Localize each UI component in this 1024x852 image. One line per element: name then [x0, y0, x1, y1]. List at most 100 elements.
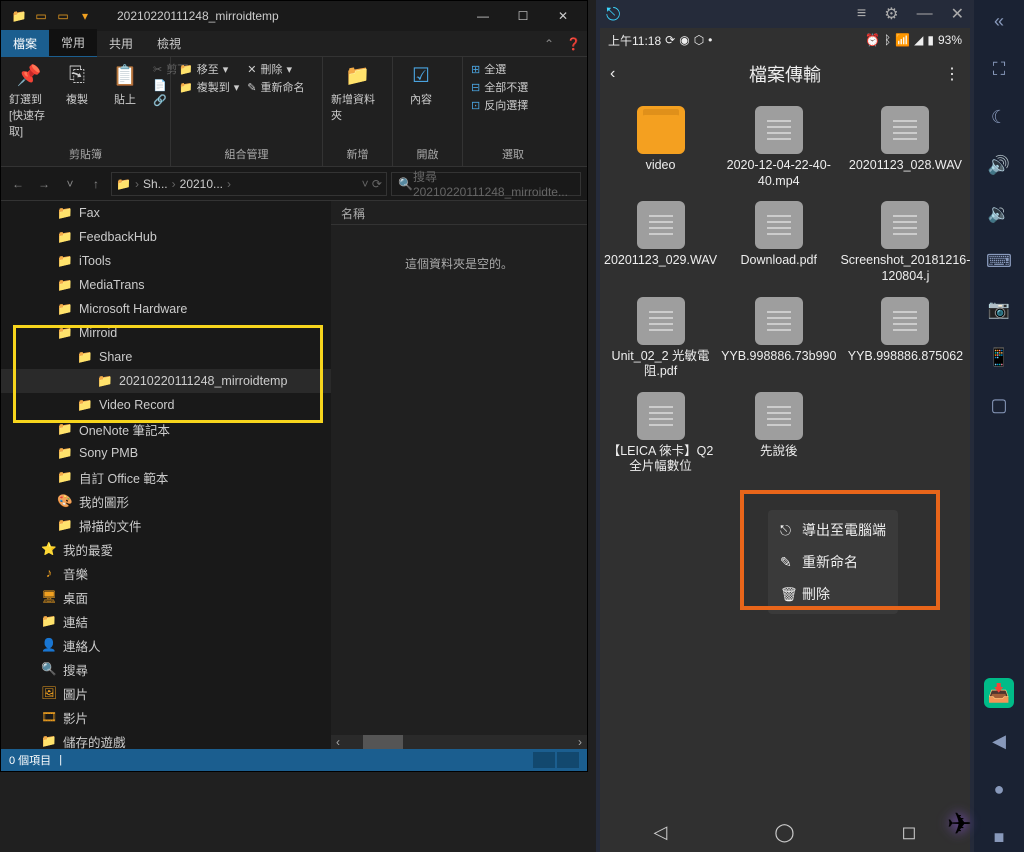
- android-home-button[interactable]: ◯: [774, 822, 794, 843]
- app-icon[interactable]: ▢: [984, 390, 1014, 420]
- tree-item[interactable]: 📁MediaTrans: [1, 273, 331, 297]
- minimize-button[interactable]: —: [463, 9, 503, 23]
- tree-item[interactable]: 📁儲存的遊戲: [1, 729, 331, 749]
- new-folder-button[interactable]: 📁新增資料夾: [331, 61, 384, 123]
- more-button[interactable]: ⋮: [936, 64, 960, 84]
- close-button[interactable]: ✕: [543, 9, 583, 23]
- file-explorer-window: 📁 ▭ ▭ ▾ 20210220111248_mirroidtemp — ☐ ✕…: [0, 0, 588, 772]
- icons-view-button[interactable]: [557, 752, 579, 768]
- tree-item[interactable]: 👤連絡人: [1, 633, 331, 657]
- rename-button[interactable]: ✎ 重新命名: [247, 79, 304, 95]
- tree-item[interactable]: 🖥桌面: [1, 585, 331, 609]
- tree-item[interactable]: 📁Share: [1, 345, 331, 369]
- tree-item[interactable]: 📁自訂 Office 範本: [1, 465, 331, 489]
- qat-dropdown-icon[interactable]: ▾: [77, 8, 93, 24]
- file-list[interactable]: 名稱 這個資料夾是空的。 ‹›: [331, 201, 587, 749]
- details-view-button[interactable]: [533, 752, 555, 768]
- delete-button[interactable]: ✕ 刪除 ▾: [247, 61, 304, 77]
- search-input[interactable]: 🔍 搜尋 20210220111248_mirroidte...: [391, 172, 581, 196]
- view-tab[interactable]: 檢視: [145, 30, 193, 57]
- share-tab[interactable]: 共用: [97, 30, 145, 57]
- mirroid-titlebar[interactable]: ⎋ ≡ ⚙ — ✕: [596, 0, 974, 28]
- paste-button[interactable]: 📋貼上: [105, 61, 145, 139]
- file-tab[interactable]: 檔案: [1, 30, 49, 57]
- phone-icon[interactable]: 📱: [984, 342, 1014, 372]
- properties-button[interactable]: ☑內容: [401, 61, 441, 107]
- file-item[interactable]: 【LEICA 徠卡】Q2 全片幅數位: [602, 388, 719, 479]
- rail-back-button[interactable]: ◀: [984, 726, 1014, 756]
- select-all-button[interactable]: ⊞ 全選: [471, 61, 555, 77]
- qat-icon[interactable]: ▭: [55, 8, 71, 24]
- collapse-rail-button[interactable]: «: [984, 6, 1014, 36]
- column-header-name[interactable]: 名稱: [331, 201, 587, 225]
- tree-item[interactable]: 📁Microsoft Hardware: [1, 297, 331, 321]
- file-transfer-icon[interactable]: 📥: [984, 678, 1014, 708]
- volume-up-icon[interactable]: 🔊: [984, 150, 1014, 180]
- tree-item[interactable]: 📁Video Record: [1, 393, 331, 417]
- tree-item[interactable]: 📁OneNote 筆記本: [1, 417, 331, 441]
- rename-item[interactable]: ✎重新命名: [768, 546, 898, 578]
- tree-item[interactable]: 🔍搜尋: [1, 657, 331, 681]
- file-item[interactable]: 20201123_029.WAV: [602, 197, 719, 288]
- file-item[interactable]: video: [602, 102, 719, 193]
- maximize-button[interactable]: ☐: [503, 9, 543, 23]
- fullscreen-icon[interactable]: ⛶: [984, 54, 1014, 84]
- tree-item[interactable]: 📁Sony PMB: [1, 441, 331, 465]
- android-back-button[interactable]: ◁: [654, 822, 668, 843]
- phone-screen[interactable]: 上午11:18 ⟳ ◉ ⬡ • ⏰ ᛒ 📶 ◢ ▮ 93% ‹ 檔案傳輸 ⋮ v…: [600, 28, 970, 852]
- tree-item[interactable]: ⭐我的最愛: [1, 537, 331, 561]
- file-item[interactable]: YYB.998886.73b990: [719, 293, 838, 384]
- help-button[interactable]: ❓: [560, 37, 587, 51]
- collapse-ribbon-button[interactable]: ⌃: [538, 37, 560, 51]
- horizontal-scrollbar[interactable]: ‹›: [331, 735, 587, 749]
- close-button[interactable]: ✕: [951, 4, 964, 24]
- rail-recent-button[interactable]: ■: [984, 822, 1014, 852]
- keyboard-icon[interactable]: ⌨: [984, 246, 1014, 276]
- tree-item[interactable]: 📁iTools: [1, 249, 331, 273]
- export-to-pc-item[interactable]: ⎋導出至電腦端: [768, 514, 898, 546]
- file-item[interactable]: 2020-12-04-22-40-40.mp4: [719, 102, 838, 193]
- move-to-button[interactable]: 📁 移至 ▾: [179, 61, 239, 77]
- camera-icon[interactable]: 📷: [984, 294, 1014, 324]
- forward-button[interactable]: →: [33, 177, 55, 191]
- tree-item[interactable]: 📁Mirroid: [1, 321, 331, 345]
- settings-icon[interactable]: ⚙: [884, 4, 898, 24]
- tree-item[interactable]: 📁FeedbackHub: [1, 225, 331, 249]
- up-button[interactable]: ↑: [85, 177, 107, 191]
- qat-icon[interactable]: ▭: [33, 8, 49, 24]
- breadcrumb[interactable]: 📁› Sh...› 20210...› ˅ ⟳: [111, 172, 387, 196]
- select-none-button[interactable]: ⊟ 全部不選: [471, 79, 555, 95]
- menu-icon[interactable]: ≡: [857, 5, 866, 23]
- file-item[interactable]: YYB.998886.875062: [838, 293, 972, 384]
- volume-down-icon[interactable]: 🔉: [984, 198, 1014, 228]
- minimize-button[interactable]: —: [917, 5, 933, 23]
- back-button[interactable]: ←: [7, 177, 29, 191]
- rail-home-button[interactable]: ●: [984, 774, 1014, 804]
- home-tab[interactable]: 常用: [49, 29, 97, 58]
- tree-item[interactable]: 📁Fax: [1, 201, 331, 225]
- file-item[interactable]: Screenshot_20181216-120804.j: [838, 197, 972, 288]
- tree-item[interactable]: 📁連結: [1, 609, 331, 633]
- file-item[interactable]: Unit_02_2 光敏電阻.pdf: [602, 293, 719, 384]
- tree-item[interactable]: 🎨我的圖形: [1, 489, 331, 513]
- copy-to-button[interactable]: 📁 複製到 ▾: [179, 79, 239, 95]
- copy-button[interactable]: ⎘複製: [57, 61, 97, 139]
- invert-selection-button[interactable]: ⊡ 反向選擇: [471, 97, 555, 113]
- recent-button[interactable]: ˅: [59, 177, 81, 191]
- delete-item[interactable]: 🗑刪除: [768, 578, 898, 610]
- tree-item[interactable]: 🎞影片: [1, 705, 331, 729]
- tree-item[interactable]: 📁掃描的文件: [1, 513, 331, 537]
- file-item[interactable]: 先說後: [719, 388, 838, 479]
- titlebar[interactable]: 📁 ▭ ▭ ▾ 20210220111248_mirroidtemp — ☐ ✕: [1, 1, 587, 31]
- rocket-icon[interactable]: ✈: [947, 807, 972, 842]
- tree-item[interactable]: 📁20210220111248_mirroidtemp: [1, 369, 331, 393]
- dnd-icon[interactable]: ☾: [984, 102, 1014, 132]
- pin-to-quickaccess-button[interactable]: 📌釘選到 [快速存取]: [9, 61, 49, 139]
- tree-item[interactable]: 🖼圖片: [1, 681, 331, 705]
- android-recent-button[interactable]: ◻: [902, 822, 917, 843]
- file-item[interactable]: 20201123_028.WAV: [838, 102, 972, 193]
- tree-item[interactable]: ♪音樂: [1, 561, 331, 585]
- nav-tree[interactable]: 📁Fax📁FeedbackHub📁iTools📁MediaTrans📁Micro…: [1, 201, 331, 749]
- back-button[interactable]: ‹: [610, 65, 634, 83]
- file-item[interactable]: Download.pdf: [719, 197, 838, 288]
